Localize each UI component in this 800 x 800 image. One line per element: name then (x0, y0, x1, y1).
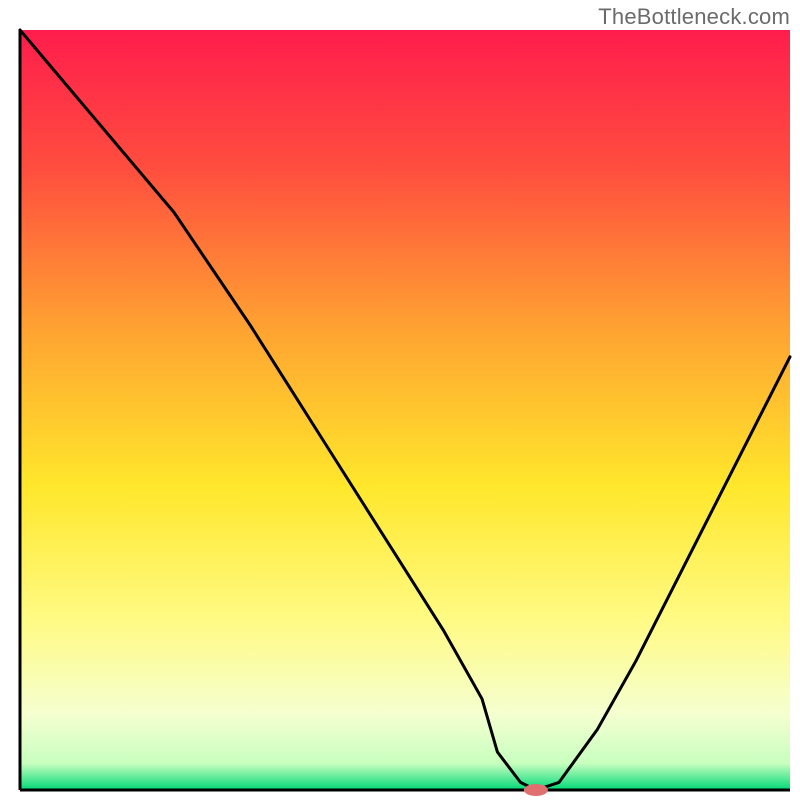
optimal-point-marker (524, 784, 548, 796)
bottleneck-chart: TheBottleneck.com (0, 0, 800, 800)
plot-background (20, 30, 790, 790)
chart-svg (0, 0, 800, 800)
watermark-text: TheBottleneck.com (598, 4, 790, 30)
